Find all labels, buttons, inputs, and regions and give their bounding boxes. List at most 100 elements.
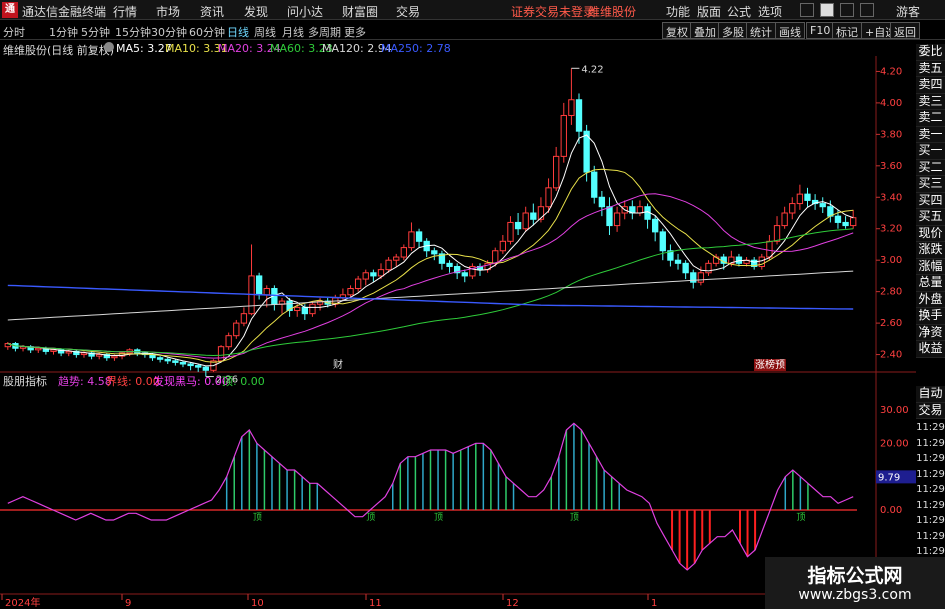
candle-body [781,212,788,227]
toolbar-button[interactable]: 复权 [662,22,692,39]
candle-body [461,272,468,277]
candle-body [598,196,606,208]
right-menu-item[interactable]: 公式 [727,3,751,20]
candle-body [393,256,400,261]
candle-body [240,313,248,324]
top-stock-name[interactable]: 维维股份 [588,3,636,20]
toolbar-button[interactable]: 标记 [832,22,862,39]
menu-item[interactable]: 发现 [244,3,268,20]
candle-body [568,99,575,116]
quote-field-label[interactable]: 买三 [916,176,945,193]
period-tab[interactable]: 月线 [282,24,304,40]
trade-status[interactable]: 证券交易未登录 [511,3,595,20]
panel-icon[interactable] [820,3,834,17]
quote-field-label[interactable]: 外盘 [916,291,945,308]
quote-field-label[interactable]: 总量 [916,275,945,292]
y-tick-label: 3.40 [880,192,902,203]
quote-field-label[interactable]: 卖四 [916,77,945,94]
candle-body [697,272,705,283]
quote-field-label[interactable]: 收益 [916,341,945,358]
quote-field-label[interactable]: 买一 [916,143,945,160]
candle-body [195,365,202,368]
toolbar-button[interactable]: 多股 [718,22,748,39]
quote-field-label[interactable]: 卖一 [916,126,945,143]
quote-field-label[interactable]: 卖二 [916,110,945,127]
user-label[interactable]: 游客 [896,3,920,20]
period-tab[interactable]: 15分钟 [115,24,151,40]
period-tab[interactable]: 更多 [344,24,366,40]
candle-body [65,350,72,354]
auto-trade-label[interactable]: 自动 [916,386,945,403]
quote-field-label[interactable]: 换手 [916,308,945,325]
candle-body [659,231,666,252]
quote-panel: 委比 卖五 卖四 卖三 卖二 卖一 买一 买二 买三 买四 买五 现价 涨跌 涨幅 总量 外盘 换手 净资 收益 [916,44,945,358]
quote-field-label[interactable]: 净资 [916,324,945,341]
quote-field-label[interactable]: 卖五 [916,60,945,77]
top-marker: 顶 [253,512,262,523]
candle-body [789,203,796,214]
toolbar-button[interactable]: 画线 [775,22,805,39]
candle-body [294,306,301,312]
x-tick-label: 11 [369,598,382,609]
toolbar-button[interactable]: 返回 [890,22,920,39]
window-mode-icon[interactable] [800,3,814,17]
period-tab[interactable]: 周线 [254,24,276,40]
candle-body [156,357,164,360]
candle-body [35,347,42,351]
tick-time: 11:29 [916,515,945,526]
candle-body [842,221,849,227]
menu-item[interactable]: 市场 [156,3,180,20]
candle-body [522,212,529,230]
period-tab[interactable]: 5分钟 [81,24,110,40]
minimize-icon[interactable] [840,3,854,17]
right-menu-item[interactable]: 功能 [666,3,690,20]
menu-item[interactable]: 资讯 [200,3,224,20]
period-tab[interactable]: 分时 [3,24,25,40]
event-cai[interactable]: 财 [333,358,343,371]
auto-trade-label[interactable]: 交易 [916,402,945,419]
quote-field-label[interactable]: 涨幅 [916,258,945,275]
period-tab[interactable]: 60分钟 [189,24,225,40]
candle-body [415,231,423,242]
candle-body [179,361,187,365]
toolbar-button[interactable]: F10 [806,22,835,39]
quote-field-label[interactable]: 买二 [916,159,945,176]
maximize-icon[interactable] [860,3,874,17]
candle-body [354,278,362,289]
auto-trade-panel: 自动 交易 [916,386,945,419]
x-tick-label: 1 [651,598,657,609]
quote-field-label[interactable]: 委比 [916,44,945,61]
ind-y-tick-label: 20.00 [880,438,909,449]
right-menu-item[interactable]: 版面 [697,3,721,20]
event-limit[interactable]: 涨榜预 [755,358,785,371]
quote-field-label[interactable]: 现价 [916,225,945,242]
candle-body [606,206,613,227]
menu-item[interactable]: 财富圈 [342,3,378,20]
right-menu-item[interactable]: 选项 [758,3,782,20]
period-tab[interactable]: 1分钟 [49,24,78,40]
quote-field-label[interactable]: 买四 [916,192,945,209]
period-tab[interactable]: 多周期 [308,24,341,40]
menu-item[interactable]: 行情 [113,3,137,20]
toolbar-button[interactable]: 叠加 [690,22,720,39]
indicator-name[interactable]: 股朋指标 [3,374,47,388]
ma120-line [7,270,854,321]
y-tick-label: 2.80 [880,287,902,298]
candle-body [652,218,659,233]
chart-area[interactable]: 4.20 4.00 3.80 3.60 3.40 3.20 3.00 2.80 2.60 2.40… [0,56,916,609]
toolbar-button[interactable]: 统计 [746,22,776,39]
menu-item[interactable]: 问小达 [287,3,323,20]
period-tab[interactable]: 日线 [227,24,249,40]
x-tick-label: 9 [125,598,131,609]
y-tick-label: 2.60 [880,318,902,329]
candle-body [301,306,309,315]
settings-icon[interactable] [104,42,114,52]
quote-field-label[interactable]: 买五 [916,209,945,226]
quote-field-label[interactable]: 卖三 [916,93,945,110]
period-tab[interactable]: 30分钟 [151,24,187,40]
quote-field-label[interactable]: 涨跌 [916,242,945,259]
menu-item[interactable]: 交易 [396,3,420,20]
current-value: 9.79 [878,472,900,483]
candle-body [370,272,377,277]
ma-line [7,228,854,357]
